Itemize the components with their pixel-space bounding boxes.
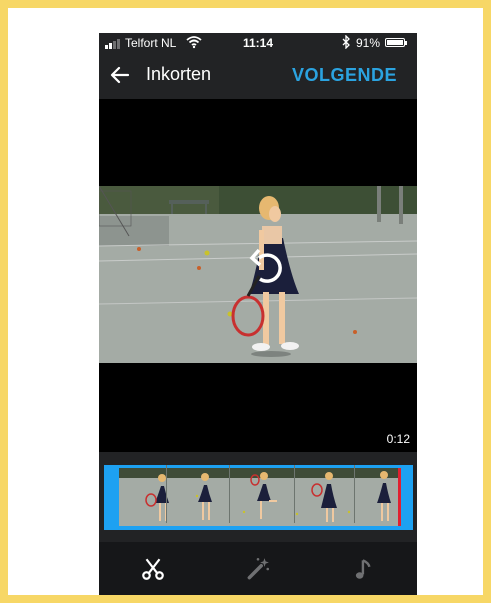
magic-wand-icon[interactable] <box>245 556 271 582</box>
trim-end-handle[interactable] <box>398 468 401 526</box>
back-arrow-icon[interactable] <box>108 63 132 87</box>
thumbnail-divider <box>166 465 167 523</box>
music-note-icon[interactable] <box>351 556 377 582</box>
phone-screen: Telfort NL 11:14 91% Inkorten VOLGENDE 0… <box>99 33 417 595</box>
timeline-thumbnails <box>119 468 398 526</box>
thumbnail-divider <box>229 465 230 523</box>
scissors-icon[interactable] <box>140 556 166 582</box>
bluetooth-icon <box>342 35 350 49</box>
next-button[interactable]: VOLGENDE <box>292 65 397 86</box>
video-duration: 0:12 <box>386 432 410 446</box>
battery-icon <box>385 38 407 47</box>
trim-timeline[interactable] <box>104 465 413 530</box>
editing-toolbar <box>99 542 417 595</box>
video-preview[interactable]: 0:12 <box>99 99 417 452</box>
status-bar: Telfort NL 11:14 91% <box>99 33 417 53</box>
video-frame-image <box>99 186 417 363</box>
thumbnail-divider <box>354 465 355 523</box>
battery-percent: 91% <box>356 36 381 50</box>
page-title: Inkorten <box>146 64 212 84</box>
header: Inkorten VOLGENDE <box>99 55 417 97</box>
page-frame: Telfort NL 11:14 91% Inkorten VOLGENDE 0… <box>0 0 491 603</box>
thumbnail-divider <box>294 465 295 523</box>
